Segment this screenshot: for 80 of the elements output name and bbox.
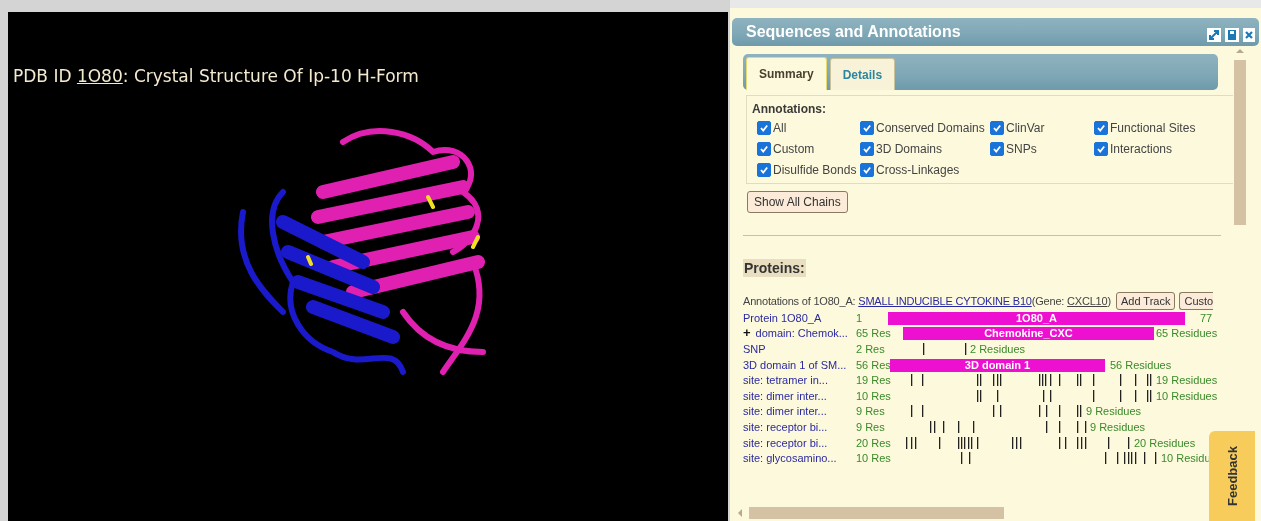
residue-end-label: 77 (1200, 311, 1213, 324)
track-label[interactable]: site: glycosamino... (743, 452, 837, 465)
feature-bar[interactable]: 3D domain 1 (890, 358, 1105, 372)
track-label[interactable]: Protein 1O80_A (743, 311, 822, 324)
residue-end-label: 65 Residues (1156, 327, 1218, 340)
residue-count: 9 Res (856, 420, 886, 433)
panel-title: Sequences and Annotations (746, 23, 961, 41)
check-icon (759, 165, 769, 175)
checkbox-label: All (773, 121, 787, 135)
track-label[interactable]: 3D domain 1 of SM... (743, 358, 847, 371)
scrollbar-thumb[interactable] (749, 507, 1004, 519)
track-button[interactable]: Add Track (1115, 292, 1176, 310)
check-icon (759, 144, 769, 154)
feature-bar[interactable]: Chemokine_CXC (903, 327, 1154, 341)
feedback-tab[interactable]: Feedback (1209, 431, 1255, 521)
checkbox[interactable] (990, 121, 1004, 135)
track-label[interactable]: site: tetramer in... (743, 374, 828, 387)
residue-ticks-drawing (923, 342, 967, 356)
residue-end-label: 9 Residues (1090, 420, 1146, 433)
residue-count: 56 Res (856, 358, 888, 371)
save-icon[interactable] (1225, 28, 1239, 42)
check-icon (992, 123, 1002, 133)
checkbox[interactable] (757, 163, 771, 177)
protein-name-link[interactable]: SMALL INDUCIBLE CYTOKINE B10 (858, 295, 1032, 307)
residue-count: 2 Res (856, 343, 886, 355)
checkbox[interactable] (757, 142, 771, 156)
check-icon (1096, 144, 1106, 154)
residue-end-label: 9 Residues (1086, 405, 1142, 418)
checkbox-label: Cross-Linkages (876, 163, 960, 177)
close-icon[interactable] (1243, 28, 1255, 42)
checkbox-label: Interactions (1110, 142, 1173, 156)
check-icon (992, 144, 1002, 154)
checkbox[interactable] (757, 121, 771, 135)
pdb-id-link[interactable]: 1O80 (76, 66, 123, 86)
checkbox[interactable] (860, 121, 874, 135)
checkbox[interactable] (1094, 142, 1108, 156)
residue-count: 1 (856, 311, 864, 324)
annotations-heading: Annotations: (752, 102, 827, 116)
track-label[interactable]: site: dimer inter... (743, 389, 827, 402)
residue-end-label: 2 Residues (970, 343, 1026, 355)
residue-end-label: 19 Residues (1156, 374, 1218, 387)
track-label[interactable]: site: dimer inter... (743, 405, 827, 418)
track-button[interactable]: Custo (1179, 292, 1214, 310)
show-all-chains-button[interactable]: Show All Chains (747, 191, 848, 213)
track-label[interactable]: domain: Chemok... (755, 327, 848, 340)
scrollbar-thumb[interactable] (1234, 60, 1246, 225)
checkbox-label: Custom (773, 142, 815, 156)
check-icon (862, 165, 872, 175)
tab[interactable]: Details (829, 58, 896, 90)
checkbox-label: SNPs (1006, 142, 1037, 156)
checkbox-label: Disulfide Bonds (773, 163, 857, 177)
residue-end-label: 56 Residues (1110, 358, 1172, 371)
tab[interactable]: Summary (746, 57, 827, 90)
track-label[interactable]: site: receptor bi... (743, 436, 828, 449)
feature-bar[interactable]: 1O80_A (888, 311, 1185, 325)
gene-suffix: ) (1107, 295, 1111, 307)
check-icon (759, 123, 769, 133)
track-label[interactable]: site: receptor bi... (743, 420, 828, 433)
check-icon (1096, 123, 1106, 133)
track-label[interactable]: SNP (743, 343, 766, 355)
residue-end-label: 20 Residues (1134, 436, 1196, 449)
gene-link[interactable]: CXCL10 (1067, 295, 1108, 307)
checkbox-label: Functional Sites (1110, 121, 1196, 135)
structure-title: PDB ID 1O80: Crystal Structure Of Ip-10 H-Form (13, 66, 419, 86)
proteins-heading: Proteins: (743, 259, 806, 277)
gene-prefix: (Gene: (1031, 295, 1066, 307)
expand-toggle[interactable]: + (743, 327, 751, 340)
residue-count: 9 Res (856, 405, 886, 418)
checkbox[interactable] (860, 163, 874, 177)
checkbox[interactable] (860, 142, 874, 156)
checkbox[interactable] (1094, 121, 1108, 135)
check-icon (862, 123, 872, 133)
checkbox[interactable] (990, 142, 1004, 156)
expand-icon[interactable] (1207, 28, 1221, 42)
check-icon (862, 144, 872, 154)
checkbox-label: Conserved Domains (876, 121, 985, 135)
annotations-of-label: Annotations of 1O80_A: (743, 295, 857, 307)
residue-end-label: 10 Residues (1156, 389, 1218, 402)
checkbox-label: ClinVar (1006, 121, 1045, 135)
checkbox-label: 3D Domains (876, 142, 943, 156)
